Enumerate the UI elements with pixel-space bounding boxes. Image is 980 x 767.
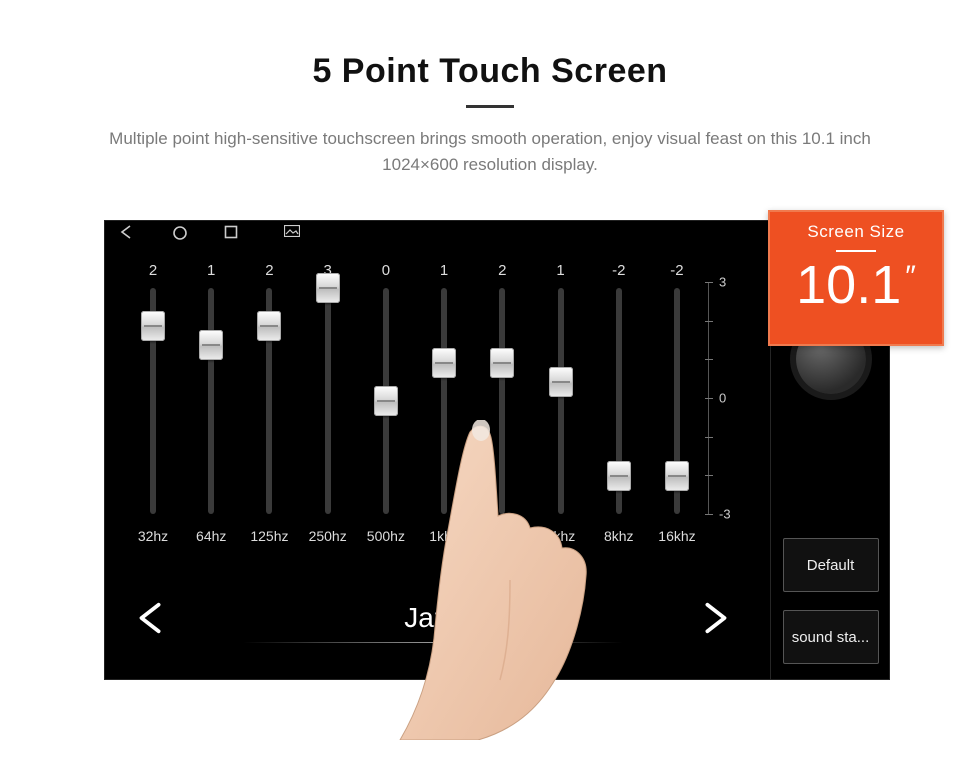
- eq-slider-thumb[interactable]: [199, 330, 223, 360]
- eq-slider-freq: 1khz: [429, 528, 459, 544]
- eq-slider-track[interactable]: [150, 288, 156, 514]
- eq-slider-thumb[interactable]: [316, 273, 340, 303]
- badge-label: Screen Size: [770, 222, 942, 242]
- eq-slider-freq: 125hz: [250, 528, 288, 544]
- eq-slider-value: 1: [440, 262, 448, 282]
- eq-slider-value: 2: [498, 262, 506, 282]
- eq-slider[interactable]: 2 2khz: [477, 262, 527, 562]
- eq-slider-freq: 16khz: [658, 528, 695, 544]
- eq-slider[interactable]: -2 8khz: [594, 262, 644, 562]
- eq-slider-freq: 32hz: [138, 528, 168, 544]
- page-title: 5 Point Touch Screen: [0, 52, 980, 91]
- eq-slider[interactable]: 1 64hz: [186, 262, 236, 562]
- eq-slider-value: 2: [149, 262, 157, 282]
- picture-icon[interactable]: [284, 225, 300, 241]
- eq-slider[interactable]: 1 4khz: [536, 262, 586, 562]
- recent-apps-icon[interactable]: [224, 225, 238, 241]
- eq-slider-freq: 8khz: [604, 528, 634, 544]
- eq-slider-value: 0: [382, 262, 390, 282]
- eq-slider-freq: 500hz: [367, 528, 405, 544]
- eq-slider-track[interactable]: [208, 288, 214, 514]
- eq-slider-freq: 2khz: [488, 528, 518, 544]
- eq-slider-track[interactable]: [558, 288, 564, 514]
- eq-sliders: 2 32hz 1 64hz 2 125hz 3250hz 0 500hz 1 1khz 2 2khz 1 4…: [128, 262, 702, 562]
- scale-max: 3: [719, 275, 726, 290]
- eq-slider-thumb[interactable]: [549, 367, 573, 397]
- eq-scale: 3 0 -3: [708, 282, 754, 514]
- preset-prev-button[interactable]: [128, 595, 174, 641]
- preset-row: Jazz: [128, 586, 738, 650]
- eq-slider-thumb[interactable]: [490, 348, 514, 378]
- screen-size-badge: Screen Size 10.1″: [768, 210, 944, 346]
- eq-slider-track[interactable]: [616, 288, 622, 514]
- eq-slider[interactable]: -2 16khz: [652, 262, 702, 562]
- back-icon[interactable]: [118, 225, 136, 241]
- eq-slider-track[interactable]: [499, 288, 505, 514]
- eq-slider-freq: 64hz: [196, 528, 226, 544]
- preset-next-button[interactable]: [692, 595, 738, 641]
- eq-slider[interactable]: 1 1khz: [419, 262, 469, 562]
- eq-slider-freq: 4khz: [546, 528, 576, 544]
- eq-slider-thumb[interactable]: [432, 348, 456, 378]
- scale-min: -3: [719, 507, 731, 522]
- badge-value: 10.1: [796, 255, 901, 315]
- eq-slider[interactable]: 2 32hz: [128, 262, 178, 562]
- equalizer-area: 232hz164hz2125hz3250hz0500hz11khz22khz14…: [104, 246, 762, 680]
- page-subtitle: Multiple point high-sensitive touchscree…: [80, 126, 900, 177]
- sound-stage-button[interactable]: sound sta...: [783, 610, 879, 664]
- eq-slider-value: 2: [265, 262, 273, 282]
- preset-name[interactable]: Jazz: [174, 602, 692, 634]
- eq-slider-track[interactable]: [441, 288, 447, 514]
- eq-slider-track[interactable]: [383, 288, 389, 514]
- eq-slider-value: 1: [556, 262, 564, 282]
- eq-slider[interactable]: 3250hz: [303, 262, 353, 562]
- eq-slider-thumb[interactable]: [607, 461, 631, 491]
- default-button[interactable]: Default: [783, 538, 879, 592]
- eq-slider-value: -2: [612, 262, 625, 282]
- eq-slider-track[interactable]: [325, 288, 331, 514]
- home-icon[interactable]: [172, 225, 188, 241]
- badge-unit: ″: [905, 260, 916, 293]
- eq-slider-value: -2: [670, 262, 683, 282]
- eq-slider-track[interactable]: [266, 288, 272, 514]
- eq-slider-thumb[interactable]: [141, 311, 165, 341]
- eq-slider-track[interactable]: [674, 288, 680, 514]
- eq-slider[interactable]: 2 125hz: [244, 262, 294, 562]
- eq-slider-freq: 250hz: [309, 528, 347, 544]
- eq-slider-thumb[interactable]: [374, 386, 398, 416]
- eq-slider-thumb[interactable]: [665, 461, 689, 491]
- eq-slider-value: 1: [207, 262, 215, 282]
- scale-mid: 0: [719, 391, 726, 406]
- title-divider: [466, 105, 514, 108]
- eq-slider[interactable]: 0 500hz: [361, 262, 411, 562]
- eq-slider-thumb[interactable]: [257, 311, 281, 341]
